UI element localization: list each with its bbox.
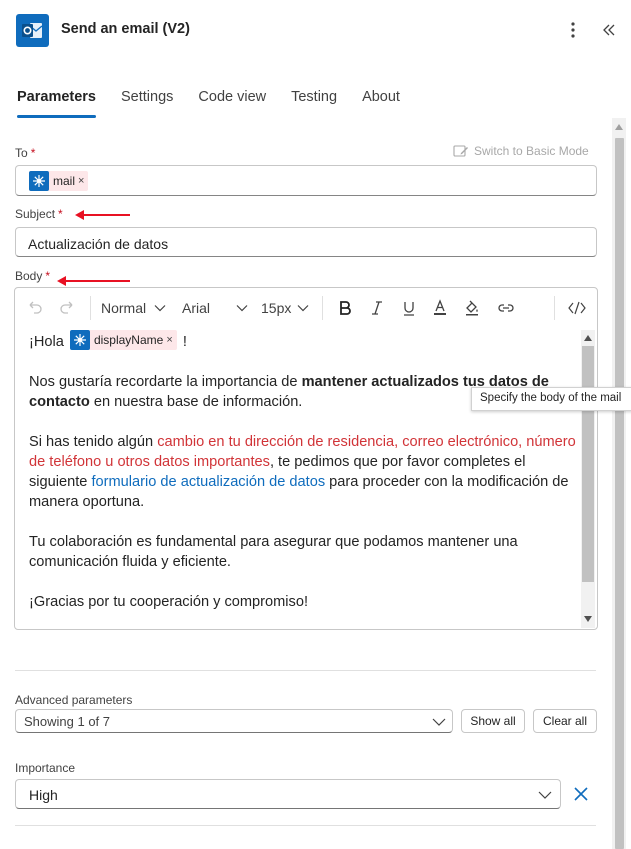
redo-icon[interactable]	[58, 297, 76, 319]
display-name-token[interactable]: displayName ×	[69, 330, 177, 350]
chevron-down-icon	[154, 305, 166, 312]
editor-content[interactable]: ¡Hola displayName × ! Nos gustaría recor…	[29, 330, 579, 620]
paragraph-3: Tu colaboración es fundamental para aseg…	[29, 534, 518, 570]
chevron-down-icon	[538, 791, 552, 799]
annotation-arrow	[75, 210, 130, 220]
block-format-dropdown[interactable]: Normal	[101, 297, 166, 319]
mail-token[interactable]: mail ×	[29, 171, 89, 191]
panel-scrollbar-thumb[interactable]	[615, 138, 624, 849]
italic-icon[interactable]	[368, 297, 386, 319]
highlight-color-icon[interactable]	[463, 297, 481, 319]
action-title: Send an email (V2)	[61, 21, 190, 37]
scroll-down-arrow-icon[interactable]	[584, 616, 592, 622]
tab-code-view[interactable]: Code view	[198, 89, 266, 119]
clear-importance-icon[interactable]	[572, 785, 590, 803]
advanced-parameters-label: Advanced parameters	[15, 693, 133, 707]
body-rich-text-editor[interactable]: Normal Arial 15px ¡Hola displayName × ! …	[14, 287, 598, 630]
greeting-line: ¡Hola displayName × !	[29, 330, 579, 352]
bold-icon[interactable]	[336, 297, 354, 319]
outlook-icon	[16, 14, 49, 47]
more-options-icon[interactable]	[564, 18, 582, 42]
switch-to-basic-mode-button[interactable]: Switch to Basic Mode	[453, 144, 589, 158]
clear-all-button[interactable]: Clear all	[533, 709, 597, 733]
token-connector-icon	[29, 171, 49, 191]
link-icon[interactable]	[496, 297, 516, 319]
tab-bar: Parameters Settings Code view Testing Ab…	[17, 89, 425, 119]
section-divider	[15, 670, 596, 671]
annotation-arrow	[57, 276, 130, 286]
undo-icon[interactable]	[26, 297, 44, 319]
importance-dropdown[interactable]: High	[15, 779, 561, 809]
body-label: Body *	[15, 269, 51, 283]
scroll-up-arrow-icon[interactable]	[615, 124, 623, 130]
to-field[interactable]: mail ×	[15, 165, 597, 196]
subject-label: Subject *	[15, 207, 63, 221]
font-color-icon[interactable]	[431, 297, 449, 319]
form-link[interactable]: formulario de actualización de datos	[91, 474, 325, 490]
editor-toolbar: Normal Arial 15px	[15, 288, 597, 328]
section-divider	[15, 825, 596, 826]
toolbar-divider	[322, 296, 323, 320]
paragraph-4: ¡Gracias por tu cooperación y compromiso…	[29, 594, 309, 610]
remove-token-icon[interactable]: ×	[166, 330, 172, 350]
scroll-up-arrow-icon[interactable]	[584, 335, 592, 341]
token-connector-icon	[69, 330, 90, 350]
edit-mode-icon	[453, 145, 468, 157]
chevron-down-icon	[432, 718, 446, 726]
show-all-button[interactable]: Show all	[461, 709, 525, 733]
remove-token-icon[interactable]: ×	[78, 175, 84, 187]
importance-label: Importance	[15, 761, 76, 775]
font-size-dropdown[interactable]: 15px	[261, 297, 309, 319]
font-family-dropdown[interactable]: Arial	[182, 297, 248, 319]
toolbar-divider	[554, 296, 555, 320]
tab-parameters[interactable]: Parameters	[17, 89, 96, 119]
tab-settings[interactable]: Settings	[121, 89, 173, 119]
tab-testing[interactable]: Testing	[291, 89, 337, 119]
tab-about[interactable]: About	[362, 89, 400, 119]
paragraph-2: Si has tenido algún cambio en tu direcci…	[29, 434, 576, 510]
body-tooltip: Specify the body of the mail	[471, 387, 631, 411]
advanced-parameters-dropdown[interactable]: Showing 1 of 7	[15, 709, 453, 733]
to-label: To *	[15, 146, 36, 160]
editor-scrollbar-thumb[interactable]	[582, 346, 594, 582]
chevron-down-icon	[297, 305, 309, 312]
chevron-down-icon	[236, 305, 248, 312]
underline-icon[interactable]	[400, 297, 418, 319]
toolbar-divider	[90, 296, 91, 320]
subject-input[interactable]: Actualización de datos	[15, 227, 597, 257]
collapse-panel-icon[interactable]	[600, 20, 618, 40]
code-view-icon[interactable]	[567, 297, 587, 319]
